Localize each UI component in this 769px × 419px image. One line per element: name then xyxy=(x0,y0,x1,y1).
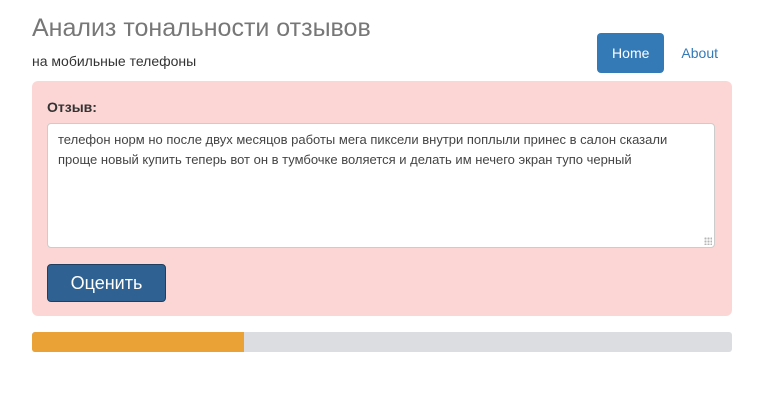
review-textarea[interactable]: телефон норм но после двух месяцов работ… xyxy=(47,123,715,248)
resize-grip-icon[interactable] xyxy=(704,237,712,245)
nav-home-link[interactable]: Home xyxy=(597,33,665,73)
page-subtitle: на мобильные телефоны xyxy=(32,53,197,69)
evaluate-button[interactable]: Оценить xyxy=(47,264,166,302)
page-title: Анализ тональности отзывов xyxy=(32,14,371,42)
nav-pills: Home About xyxy=(597,33,733,73)
page: Анализ тональности отзывов на мобильные … xyxy=(0,0,769,419)
sentiment-progress-fill xyxy=(32,332,245,352)
sentiment-progress-bar xyxy=(32,332,732,352)
nav-about-link[interactable]: About xyxy=(666,33,733,73)
review-form-panel: Отзыв: телефон норм но после двух месяцо… xyxy=(32,81,732,316)
review-textarea-wrapper: телефон норм но после двух месяцов работ… xyxy=(47,123,715,248)
review-label: Отзыв: xyxy=(47,99,97,115)
